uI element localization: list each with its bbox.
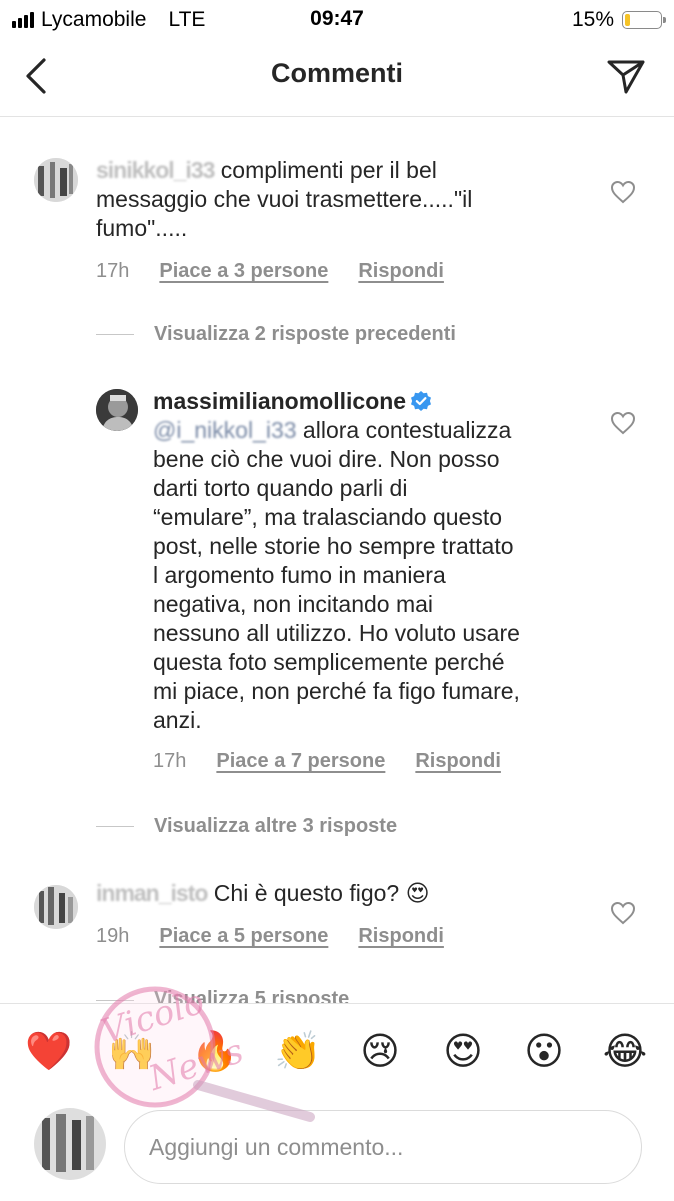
reply-username[interactable]: massimilianomollicone [153, 388, 406, 414]
avatar-image [34, 885, 78, 929]
reply-line: bene ciò che vuoi dire. Non posso [153, 446, 500, 472]
comment-line: messaggio che vuoi trasmettere....."il [96, 186, 473, 212]
battery-icon [622, 11, 666, 29]
avatar-image [96, 389, 138, 431]
battery-percent: 15% [571, 8, 614, 31]
comment-line: fumo"..... [96, 215, 188, 241]
view-others-label: Visualizza altre 3 risposte [154, 815, 398, 837]
comment-meta: 19h Piace a 5 persone Rispondi [96, 925, 444, 948]
reply-line: questa foto semplicemente perché [153, 649, 505, 675]
crying-emoji-button[interactable]: 😢 [357, 1028, 403, 1074]
mention-link[interactable]: @i_nikkol_i33 [153, 416, 297, 445]
clapping-emoji-button[interactable]: 👏 [274, 1028, 321, 1074]
heart-emoji-button[interactable]: ❤️ [25, 1028, 72, 1074]
reply-line: darti torto quando parli di [153, 475, 408, 501]
comment-time: 17h [96, 260, 130, 282]
comment-username[interactable]: sinikkol_i33 [96, 156, 215, 185]
avatar-image [34, 158, 78, 202]
comment-input-box[interactable] [124, 1110, 642, 1184]
comment-item: sinikkol_i33 complimenti per il bel mess… [0, 150, 674, 300]
reply-line: mi piace, non perché fa figo fumare, [153, 678, 520, 704]
laughing-emoji-button[interactable]: 😂 [602, 1028, 648, 1074]
reply-line: allora contestualizza [296, 417, 512, 443]
quick-reactions: ❤️ 🙌 🔥 👏 😢 😍 😮 😂 [0, 1028, 674, 1078]
reply-button[interactable]: Rispondi [358, 925, 444, 948]
surprised-emoji-button[interactable]: 😮 [521, 1028, 567, 1074]
reply-item: massimilianomollicone @i_nikkol_i33 allo… [0, 385, 674, 785]
reply-line: nessuno all utilizzo. Ho voluto usare [153, 620, 520, 646]
avatar-image [34, 1108, 106, 1180]
reply-button[interactable]: Rispondi [415, 750, 501, 773]
fire-emoji-button[interactable]: 🔥 [191, 1028, 238, 1074]
divider [96, 826, 134, 827]
likes-link[interactable]: Piace a 7 persone [216, 750, 385, 773]
comment-username[interactable]: inman_isto [96, 879, 208, 908]
avatar[interactable] [34, 885, 78, 929]
reply-line: “emulare”, ma tralasciando questo [153, 504, 502, 530]
comment-item: inman_isto Chi è questo figo? 😍 19h Piac… [0, 875, 674, 955]
reply-line: l argomento fumo in maniera [153, 562, 446, 588]
reply-line: anzi. [153, 707, 202, 733]
view-previous-replies[interactable]: Visualizza 2 risposte precedenti [96, 323, 456, 346]
page-title: Commenti [270, 58, 403, 88]
likes-link[interactable]: Piace a 3 persone [159, 260, 328, 283]
comment-time: 19h [96, 925, 130, 947]
reply-line: negativa, non incitando mai [153, 591, 434, 617]
comment-input[interactable] [147, 1111, 611, 1183]
verified-badge-icon [411, 391, 432, 411]
comment-line: complimenti per il bel [214, 157, 437, 183]
comment-text: inman_isto Chi è questo figo? 😍 [96, 879, 566, 908]
reply-meta: 17h Piace a 7 persone Rispondi [153, 750, 501, 773]
divider [96, 334, 134, 335]
heart-icon[interactable] [610, 901, 636, 925]
reply-line: post, nelle storie ho sempre trattato [153, 533, 514, 559]
reply-button[interactable]: Rispondi [358, 260, 444, 283]
comment-composer: ❤️ 🙌 🔥 👏 😢 😍 😮 😂 [0, 1003, 674, 1201]
comment-line: Chi è questo figo? 😍 [207, 880, 430, 906]
comment-meta: 17h Piace a 3 persone Rispondi [96, 260, 444, 283]
heart-icon[interactable] [610, 411, 636, 435]
share-button[interactable] [604, 54, 648, 98]
header: Commenti [0, 38, 674, 117]
comment-text: sinikkol_i33 complimenti per il bel mess… [96, 156, 566, 243]
avatar[interactable] [96, 389, 138, 431]
raised-hands-emoji-button[interactable]: 🙌 [108, 1028, 155, 1074]
avatar[interactable] [34, 158, 78, 202]
status-right: 15% [571, 8, 666, 32]
reply-text: massimilianomollicone @i_nikkol_i33 allo… [153, 387, 593, 735]
reply-time: 17h [153, 750, 187, 772]
heart-eyes-emoji-button[interactable]: 😍 [440, 1028, 486, 1074]
likes-link[interactable]: Piace a 5 persone [159, 925, 328, 948]
paper-plane-icon [607, 60, 645, 94]
heart-icon[interactable] [610, 180, 636, 204]
user-avatar [34, 1108, 106, 1180]
view-other-replies[interactable]: Visualizza altre 3 risposte [96, 815, 397, 838]
view-partial-label: Visualizza 5 risposte [154, 988, 350, 1004]
status-bar: Lycamobile LTE 09:47 15% [0, 0, 674, 38]
divider [96, 1000, 134, 1001]
view-previous-label: Visualizza 2 risposte precedenti [154, 323, 456, 345]
view-more-replies-partial[interactable]: Visualizza 5 risposte [96, 988, 349, 1004]
